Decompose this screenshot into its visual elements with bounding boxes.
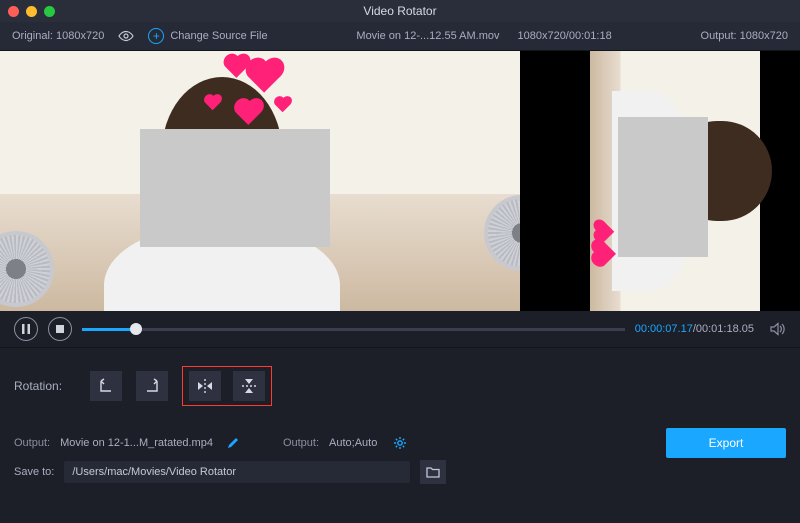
preview-original — [0, 51, 520, 311]
export-button[interactable]: Export — [666, 428, 786, 458]
current-time: 00:00:07.17 — [635, 323, 693, 335]
save-path-field[interactable]: /Users/mac/Movies/Video Rotator — [64, 461, 410, 483]
timeline-slider[interactable] — [82, 318, 625, 340]
preview-row — [0, 51, 800, 311]
plus-circle-icon: + — [148, 28, 164, 44]
pause-button[interactable] — [14, 317, 38, 341]
face-redaction — [618, 117, 708, 257]
output-preset: Auto;Auto — [329, 437, 377, 449]
volume-icon[interactable] — [770, 322, 786, 336]
edit-filename-icon[interactable] — [227, 437, 239, 449]
rotate-ccw-button[interactable] — [90, 371, 122, 401]
output-preset-label: Output: — [283, 437, 319, 449]
output-row: Output: Movie on 12-1...M_ratated.mp4 Ou… — [14, 436, 786, 450]
change-source-label: Change Source File — [170, 30, 267, 42]
rotate-cw-button[interactable] — [136, 371, 168, 401]
original-dims-label: Original: 1080x720 — [12, 30, 104, 42]
output-settings-icon[interactable] — [393, 436, 407, 450]
preview-output — [520, 51, 800, 311]
total-time: /00:01:18.05 — [693, 323, 754, 335]
face-redaction — [140, 129, 330, 247]
info-bar: Original: 1080x720 + Change Source File … — [0, 22, 800, 51]
change-source-button[interactable]: + Change Source File — [148, 28, 267, 44]
export-label: Export — [709, 436, 744, 450]
save-to-label: Save to: — [14, 466, 54, 478]
timeline-thumb[interactable] — [130, 323, 142, 335]
preview-eye-icon[interactable] — [118, 30, 134, 42]
timecode: 00:00:07.17/00:01:18.05 — [635, 323, 754, 335]
rotation-row: Rotation: — [14, 366, 786, 406]
source-dims-duration: 1080x720/00:01:18 — [517, 30, 611, 42]
app-title: Video Rotator — [0, 4, 800, 18]
save-row: Save to: /Users/mac/Movies/Video Rotator — [14, 460, 786, 484]
flip-buttons-highlight — [182, 366, 272, 406]
output-dims-label: Output: 1080x720 — [701, 30, 788, 42]
choose-folder-button[interactable] — [420, 460, 446, 484]
output-filename: Movie on 12-1...M_ratated.mp4 — [60, 437, 213, 449]
flip-horizontal-button[interactable] — [189, 371, 221, 401]
playback-bar: 00:00:07.17/00:01:18.05 — [0, 311, 800, 348]
rotation-label: Rotation: — [14, 379, 76, 393]
titlebar: Video Rotator — [0, 0, 800, 22]
flip-vertical-button[interactable] — [233, 371, 265, 401]
controls-area: Rotation: Output: Movie on 12-1...M_rata… — [0, 348, 800, 492]
output-filename-label: Output: — [14, 437, 50, 449]
stop-button[interactable] — [48, 317, 72, 341]
source-filename: Movie on 12-...12.55 AM.mov — [356, 30, 499, 42]
